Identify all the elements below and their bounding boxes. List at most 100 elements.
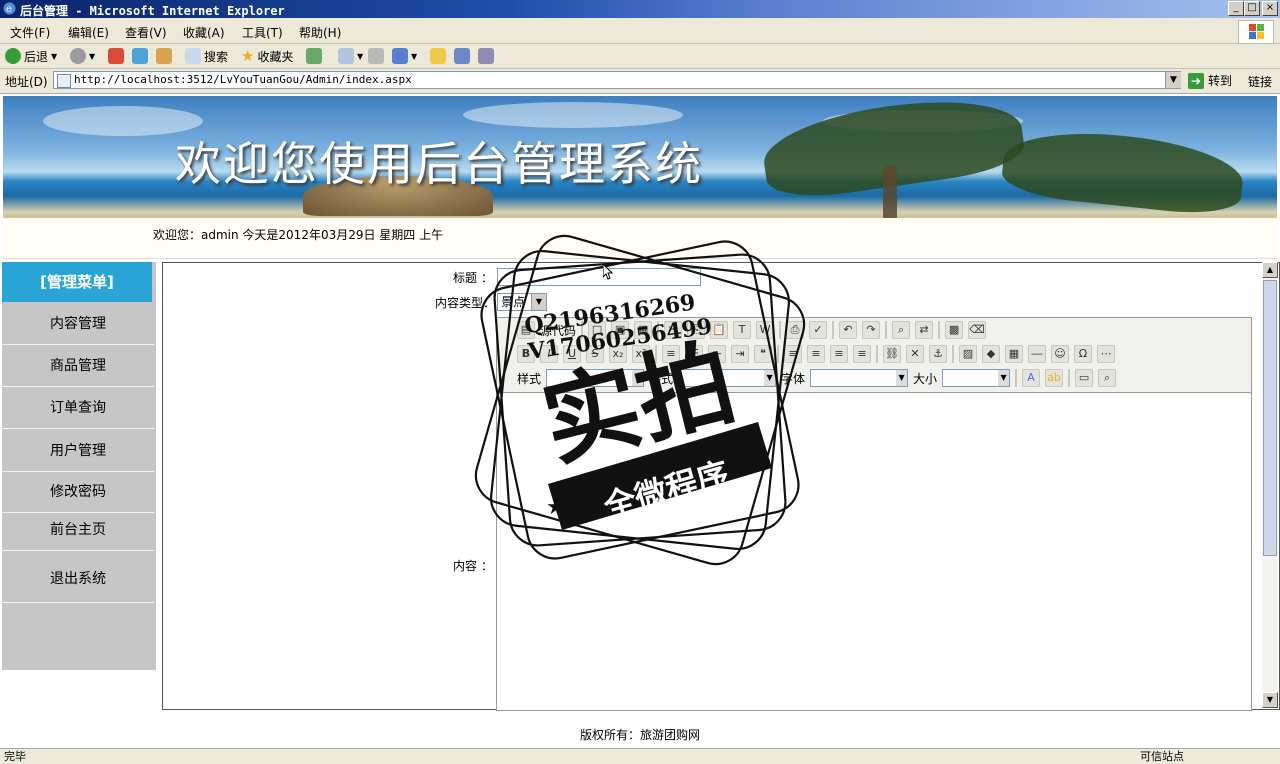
copy-icon[interactable]: ⎘ bbox=[687, 321, 706, 339]
sidebar-item-frontpage[interactable]: 前台主页 bbox=[2, 510, 154, 551]
forward-button[interactable]: ▼ bbox=[70, 47, 95, 65]
research-button[interactable] bbox=[478, 47, 494, 65]
address-input[interactable]: http://localhost:3512/LvYouTuanGou/Admin… bbox=[53, 71, 1181, 89]
align-justify-icon[interactable]: ≡ bbox=[853, 345, 871, 363]
align-center-icon[interactable]: ≡ bbox=[807, 345, 825, 363]
indent-icon[interactable]: ⇥ bbox=[731, 345, 749, 363]
menu-tools[interactable]: 工具(T) bbox=[242, 24, 283, 41]
links-button[interactable]: 链接 bbox=[1248, 73, 1272, 90]
menu-view[interactable]: 查看(V) bbox=[125, 24, 167, 41]
page-scrollbar[interactable]: ▲ ▼ bbox=[1262, 262, 1278, 708]
cut-icon[interactable]: ✂ bbox=[664, 321, 683, 339]
sidebar-item-products[interactable]: 商品管理 bbox=[2, 346, 154, 387]
stop-button[interactable] bbox=[108, 47, 124, 65]
horizontal-rule-icon[interactable]: ― bbox=[1028, 345, 1046, 363]
sidebar-item-users[interactable]: 用户管理 bbox=[2, 431, 154, 472]
background-color-icon[interactable]: ab bbox=[1045, 369, 1064, 387]
find-icon[interactable]: ⌕ bbox=[892, 321, 911, 339]
select-all-icon[interactable]: ▩ bbox=[945, 321, 964, 339]
menu-edit[interactable]: 编辑(E) bbox=[68, 24, 109, 41]
sidebar-item-orders[interactable]: 订单查询 bbox=[2, 388, 154, 429]
unlink-icon[interactable]: ✕ bbox=[906, 345, 924, 363]
subscript-icon[interactable]: x₂ bbox=[609, 345, 627, 363]
home-button[interactable] bbox=[156, 47, 172, 65]
sidebar-item-password[interactable]: 修改密码 bbox=[2, 472, 154, 513]
outdent-icon[interactable]: ⇤ bbox=[708, 345, 726, 363]
scroll-thumb[interactable] bbox=[1263, 280, 1277, 556]
chevron-down-icon: ▼ bbox=[357, 51, 364, 61]
source-code-icon[interactable]: ▤ bbox=[517, 321, 535, 339]
search-button[interactable]: 搜索 bbox=[185, 47, 228, 65]
remove-format-icon[interactable]: ⌫ bbox=[968, 321, 987, 339]
address-dropdown-button[interactable]: ▼ bbox=[1165, 72, 1181, 88]
go-arrow-icon: ➔ bbox=[1188, 72, 1204, 89]
go-button[interactable]: ➔ 转到 bbox=[1188, 72, 1232, 89]
anchor-icon[interactable]: ⚓ bbox=[929, 345, 947, 363]
chevron-down-icon: ▼ bbox=[531, 294, 546, 310]
print-button[interactable] bbox=[368, 47, 384, 65]
image-icon[interactable]: ▨ bbox=[959, 345, 977, 363]
template-icon[interactable]: ▦ bbox=[634, 321, 653, 339]
bullet-list-icon[interactable]: ☰ bbox=[685, 345, 703, 363]
size-select[interactable]: ▼ bbox=[942, 369, 1011, 387]
spellcheck-icon[interactable]: ✓ bbox=[809, 321, 828, 339]
flash-icon[interactable]: ◆ bbox=[982, 345, 1000, 363]
align-left-icon[interactable]: ≡ bbox=[784, 345, 802, 363]
smiley-icon[interactable]: ☺ bbox=[1051, 345, 1069, 363]
source-code-button[interactable]: 源代码 bbox=[540, 322, 576, 339]
style-select[interactable]: ▼ bbox=[546, 369, 645, 387]
special-char-icon[interactable]: Ω bbox=[1074, 345, 1092, 363]
messenger-button[interactable] bbox=[454, 47, 470, 65]
content-type-select[interactable]: 景点 ▼ bbox=[497, 293, 547, 311]
replace-icon[interactable]: ⇄ bbox=[915, 321, 934, 339]
new-page-icon[interactable]: □ bbox=[588, 321, 607, 339]
refresh-icon bbox=[132, 48, 148, 64]
back-button[interactable]: 后退 ▼ bbox=[5, 47, 57, 65]
menu-file[interactable]: 文件(F) bbox=[10, 24, 50, 41]
page-break-icon[interactable]: ⋯ bbox=[1097, 345, 1115, 363]
paste-text-icon[interactable]: T bbox=[733, 321, 752, 339]
preview-icon[interactable]: ▣ bbox=[611, 321, 630, 339]
paste-word-icon[interactable]: W bbox=[756, 321, 775, 339]
italic-icon[interactable]: I bbox=[540, 345, 558, 363]
discuss-button[interactable] bbox=[430, 47, 446, 65]
edit-button[interactable]: ▼ bbox=[392, 47, 417, 65]
numbered-list-icon[interactable]: ≡ bbox=[662, 345, 680, 363]
strikethrough-icon[interactable]: S bbox=[586, 345, 604, 363]
print-icon[interactable]: ⎙ bbox=[786, 321, 805, 339]
sidebar-item-logout[interactable]: 退出系统 bbox=[2, 556, 154, 603]
blockquote-icon[interactable]: ❝ bbox=[754, 345, 772, 363]
media-button[interactable] bbox=[306, 47, 322, 65]
menu-favorites[interactable]: 收藏(A) bbox=[183, 24, 225, 41]
table-icon[interactable]: ▦ bbox=[1005, 345, 1023, 363]
paste-icon[interactable]: 📋 bbox=[710, 321, 729, 339]
font-select[interactable]: ▼ bbox=[810, 369, 909, 387]
text-color-icon[interactable]: A bbox=[1022, 369, 1041, 387]
bold-icon[interactable]: B bbox=[517, 345, 535, 363]
link-icon[interactable]: ⛓ bbox=[883, 345, 901, 363]
favorites-button[interactable]: ★ 收藏夹 bbox=[241, 47, 293, 65]
underline-icon[interactable]: U bbox=[563, 345, 581, 363]
redo-icon[interactable]: ↷ bbox=[862, 321, 881, 339]
messenger-icon bbox=[454, 48, 470, 64]
welcome-bar: 欢迎您：admin 今天是2012年03月29日 星期四 上午 bbox=[3, 218, 1277, 259]
close-button[interactable]: × bbox=[1262, 1, 1278, 16]
maximize-editor-icon[interactable]: ▭ bbox=[1075, 369, 1094, 387]
edit-page-icon bbox=[392, 48, 408, 64]
format-select[interactable]: ▼ bbox=[678, 369, 777, 387]
show-blocks-icon[interactable]: ⌕ bbox=[1098, 369, 1117, 387]
history-button[interactable]: ▼ bbox=[338, 47, 363, 65]
undo-icon[interactable]: ↶ bbox=[839, 321, 858, 339]
title-input[interactable] bbox=[497, 268, 701, 286]
menu-help[interactable]: 帮助(H) bbox=[299, 24, 341, 41]
refresh-button[interactable] bbox=[132, 47, 148, 65]
scroll-up-button[interactable]: ▲ bbox=[1262, 262, 1278, 278]
minimize-button[interactable]: _ bbox=[1228, 1, 1244, 16]
align-right-icon[interactable]: ≡ bbox=[830, 345, 848, 363]
scroll-down-button[interactable]: ▼ bbox=[1262, 692, 1278, 708]
maximize-button[interactable]: □ bbox=[1244, 1, 1260, 16]
forward-arrow-icon bbox=[70, 48, 86, 64]
sidebar-item-content[interactable]: 内容管理 bbox=[2, 304, 154, 345]
superscript-icon[interactable]: x² bbox=[632, 345, 650, 363]
editor-content-area[interactable] bbox=[497, 393, 1251, 710]
